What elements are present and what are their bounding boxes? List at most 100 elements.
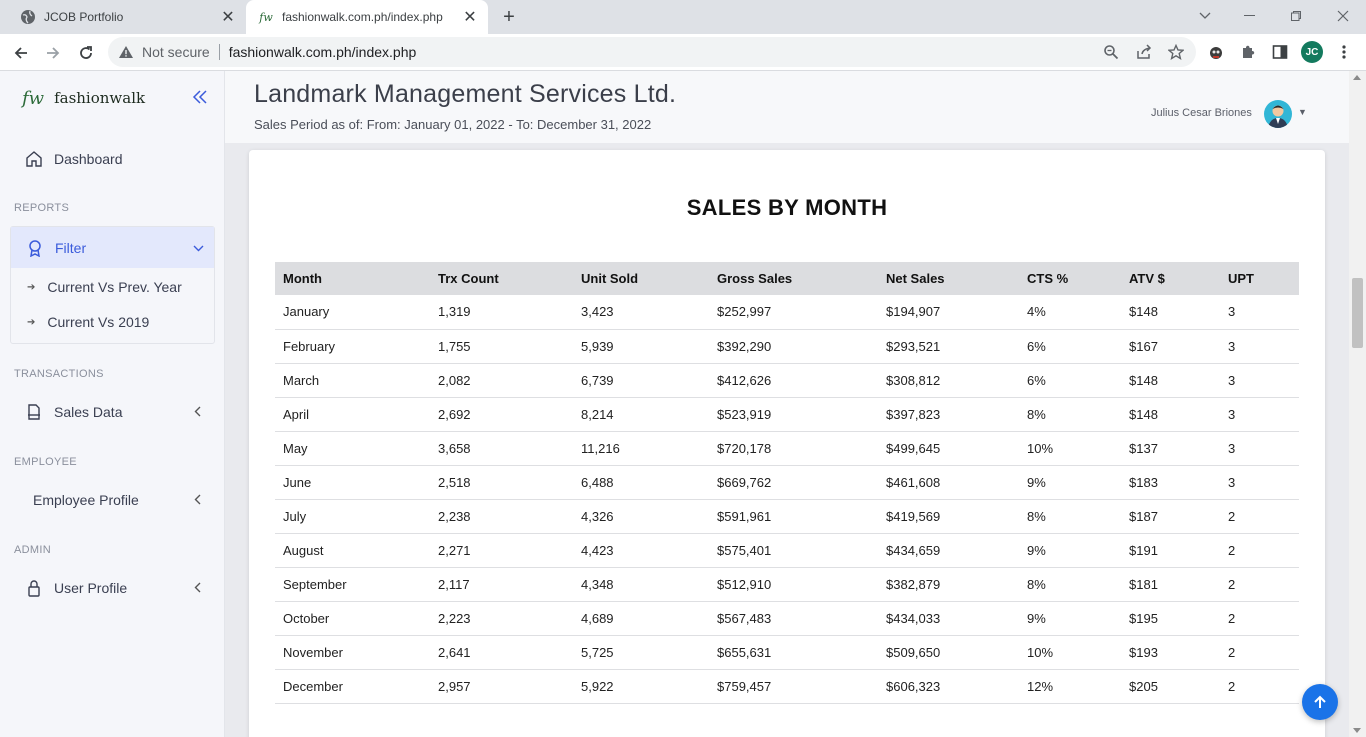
table-cell: $181 (1121, 567, 1220, 602)
main-content: Landmark Management Services Ltd. Sales … (225, 71, 1349, 737)
table-row: November 2,641 5,725 $655,631 $509,650 10% $19… (275, 635, 1299, 670)
table-cell: 11,216 (573, 431, 709, 466)
brand-name: fashionwalk (54, 89, 146, 107)
scroll-down-arrow-icon[interactable] (1353, 728, 1361, 733)
table-cell: 2 (1220, 669, 1299, 704)
reload-icon[interactable] (74, 41, 98, 65)
table-cell: 4,423 (573, 533, 709, 568)
share-icon[interactable] (1134, 42, 1154, 62)
minimize-icon[interactable] (1238, 4, 1262, 28)
sidebar-subitem-current-vs-2019[interactable]: ➔ Current Vs 2019 (27, 314, 149, 330)
table-cell: 10% (1019, 635, 1121, 670)
table-cell: $434,659 (878, 533, 1019, 568)
caret-down-icon[interactable]: ▼ (1298, 107, 1307, 117)
tab-search-chevron-icon[interactable] (1193, 4, 1217, 28)
side-panel-icon[interactable] (1270, 42, 1290, 62)
scroll-to-top-button[interactable] (1302, 684, 1338, 720)
extension-icon[interactable] (1206, 42, 1226, 62)
omnibox-divider (218, 44, 220, 60)
sidebar-item-user-profile[interactable]: User Profile (10, 568, 215, 608)
sidebar-subitem-current-vs-prev-year[interactable]: ➔ Current Vs Prev. Year (27, 279, 182, 295)
company-title: Landmark Management Services Ltd. (254, 80, 677, 108)
table-cell: 3 (1220, 363, 1299, 398)
close-tab-icon[interactable]: ✕ (460, 7, 480, 27)
table-cell: 3 (1220, 431, 1299, 466)
back-arrow-icon[interactable] (9, 41, 33, 65)
table-cell: May (275, 431, 430, 466)
bookmark-star-icon[interactable] (1166, 42, 1186, 62)
table-cell: January (275, 295, 430, 330)
table-row: July 2,238 4,326 $591,961 $419,569 8% $187 2 (275, 499, 1299, 534)
puzzle-extensions-icon[interactable] (1238, 42, 1258, 62)
table-cell: 2 (1220, 533, 1299, 568)
tab-fashionwalk[interactable]: fw fashionwalk.com.ph/index.php ✕ (246, 0, 488, 34)
brand-logo[interactable]: fw fashionwalk (22, 83, 145, 113)
url-text[interactable]: fashionwalk.com.ph/index.php (229, 44, 417, 60)
tab-jcob-portfolio[interactable]: JCOB Portfolio ✕ (8, 0, 246, 34)
scrollbar-thumb[interactable] (1352, 278, 1363, 348)
table-cell: 4% (1019, 295, 1121, 330)
table-cell: $187 (1121, 499, 1220, 534)
security-status[interactable]: Not secure (142, 44, 210, 60)
table-cell: $575,401 (709, 533, 878, 568)
close-tab-icon[interactable]: ✕ (218, 7, 238, 27)
user-name[interactable]: Julius Cesar Briones (1151, 107, 1252, 119)
sidebar-item-filter[interactable]: Filter (11, 227, 214, 268)
new-tab-button[interactable]: + (498, 6, 520, 28)
restore-icon[interactable] (1284, 4, 1308, 28)
sidebar-item-label: Dashboard (54, 151, 123, 167)
scroll-up-arrow-icon[interactable] (1353, 75, 1361, 80)
table-cell: $293,521 (878, 329, 1019, 364)
sidebar-item-sales-data[interactable]: Sales Data (10, 392, 215, 432)
sidebar-item-employee-profile[interactable]: Employee Profile (10, 480, 215, 520)
table-cell: $195 (1121, 601, 1220, 636)
zoom-icon[interactable] (1101, 42, 1121, 62)
close-window-icon[interactable] (1331, 4, 1355, 28)
sidebar-item-dashboard[interactable]: Dashboard (10, 139, 215, 179)
sidebar-item-label: Sales Data (54, 404, 123, 420)
table-cell: $419,569 (878, 499, 1019, 534)
chevron-left-icon (194, 581, 201, 596)
browser-profile-avatar[interactable]: JC (1301, 41, 1323, 63)
table-cell: $461,608 (878, 465, 1019, 500)
table-cell: 2,641 (430, 635, 573, 670)
table-cell: 9% (1019, 601, 1121, 636)
table-cell: 8% (1019, 567, 1121, 602)
table-cell: 2,271 (430, 533, 573, 568)
arrow-right-icon: ➔ (27, 316, 36, 328)
table-cell: 2 (1220, 601, 1299, 636)
table-cell: 6% (1019, 329, 1121, 364)
table-cell: December (275, 669, 430, 704)
document-icon (24, 402, 44, 422)
vertical-scrollbar[interactable] (1349, 71, 1366, 737)
table-cell: 8% (1019, 499, 1121, 534)
sidebar-item-label: Employee Profile (33, 492, 139, 508)
section-label-employee: EMPLOYEE (14, 456, 77, 468)
chevron-left-icon (194, 493, 201, 508)
table-cell: $509,650 (878, 635, 1019, 670)
browser-tab-strip: JCOB Portfolio ✕ fw fashionwalk.com.ph/i… (0, 0, 1366, 34)
kebab-menu-icon[interactable] (1334, 42, 1354, 62)
forward-arrow-icon[interactable] (41, 41, 65, 65)
table-cell: 1,755 (430, 329, 573, 364)
address-bar[interactable]: Not secure fashionwalk.com.ph/index.php (108, 37, 1196, 67)
table-cell: 2 (1220, 635, 1299, 670)
table-cell: $567,483 (709, 601, 878, 636)
table-cell: $167 (1121, 329, 1220, 364)
table-cell: 1,319 (430, 295, 573, 330)
table-cell: September (275, 567, 430, 602)
column-header: Unit Sold (573, 262, 709, 295)
table-cell: $382,879 (878, 567, 1019, 602)
collapse-sidebar-icon[interactable] (190, 87, 210, 107)
table-row: January 1,319 3,423 $252,997 $194,907 4% $148 3 (275, 295, 1299, 330)
report-title: SALES BY MONTH (686, 195, 888, 220)
table-cell: $591,961 (709, 499, 878, 534)
avatar[interactable] (1264, 100, 1292, 128)
table-cell: 5,922 (573, 669, 709, 704)
section-label-reports: REPORTS (14, 202, 70, 214)
warning-triangle-icon[interactable] (118, 45, 134, 59)
table-row: May 3,658 11,216 $720,178 $499,645 10% $137 3 (275, 431, 1299, 466)
table-cell: $308,812 (878, 363, 1019, 398)
brand-mark: fw (22, 87, 45, 109)
column-header: Trx Count (430, 262, 573, 295)
